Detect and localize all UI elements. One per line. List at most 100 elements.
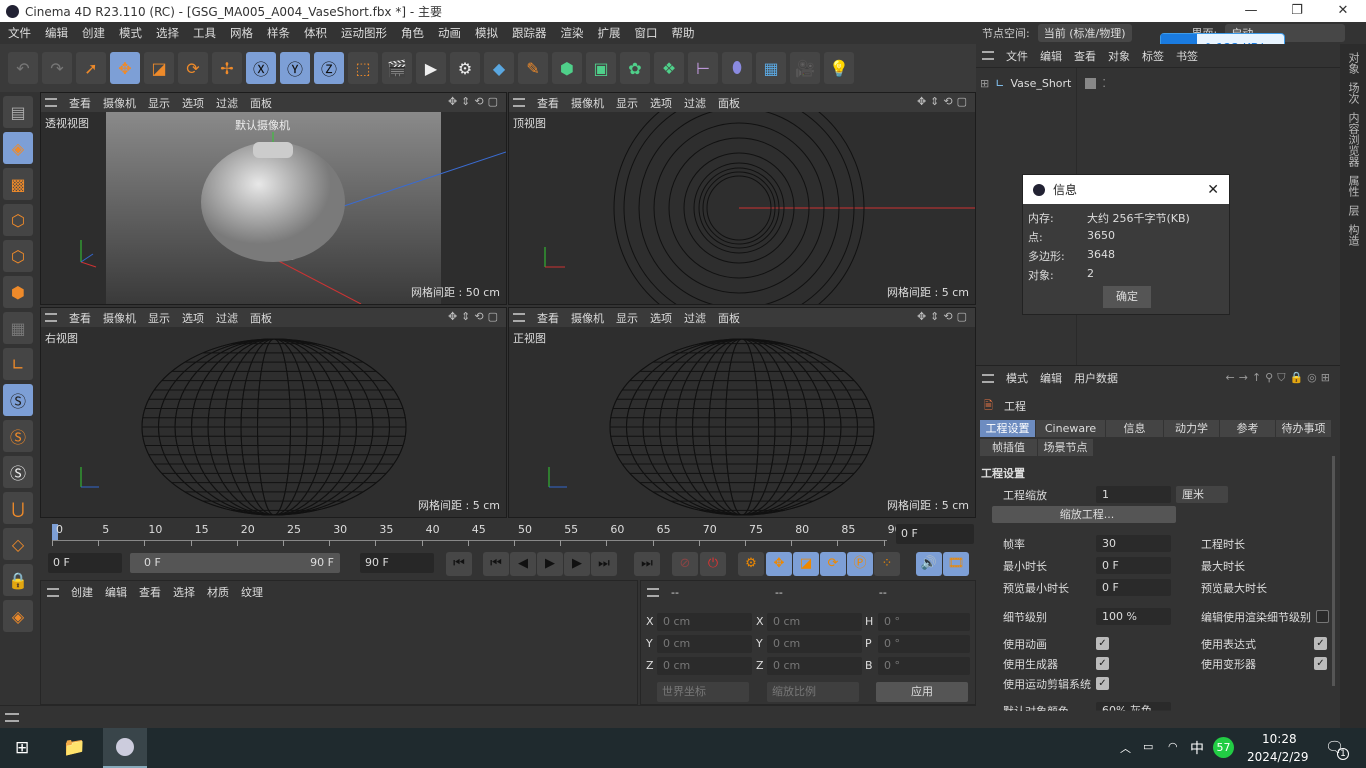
view-menu[interactable]: 查看 <box>537 310 559 326</box>
close-icon[interactable]: ✕ <box>1207 182 1219 198</box>
material-menu-item[interactable]: 创建 <box>71 584 93 600</box>
tab-4[interactable]: 参考 <box>1220 420 1276 437</box>
viewport-nav-icons[interactable]: ✥⇕⟲▢ <box>917 95 971 108</box>
scale-mode-dropdown[interactable]: 缩放比例 <box>767 682 859 702</box>
lod-field[interactable]: 100 % <box>1096 608 1171 625</box>
menu-item[interactable]: 角色 <box>401 25 424 41</box>
material-menu-item[interactable]: 编辑 <box>105 584 127 600</box>
menu-item[interactable]: 模式 <box>119 25 142 41</box>
rotation-field[interactable]: 0 ° <box>878 613 970 631</box>
key-pla-icon[interactable]: ⁘ <box>874 552 900 576</box>
checkbox[interactable]: ✓ <box>1096 637 1109 650</box>
minimize-button[interactable]: — <box>1228 0 1274 22</box>
display-menu[interactable]: 显示 <box>616 310 638 326</box>
menu-item[interactable]: 样条 <box>267 25 290 41</box>
attribute-menu-item[interactable]: 编辑 <box>1040 370 1062 386</box>
texture-mode-icon[interactable]: ▩ <box>3 168 33 200</box>
viewport-nav-icons[interactable]: ✥⇕⟲▢ <box>917 310 971 323</box>
keyframe-selection-icon[interactable]: ⚙ <box>738 552 764 576</box>
side-tab[interactable]: 对象 <box>1345 52 1361 74</box>
menu-item[interactable]: 动画 <box>438 25 461 41</box>
material-menu-item[interactable]: 材质 <box>207 584 229 600</box>
checkbox[interactable]: ✓ <box>1314 657 1327 670</box>
cloner-icon[interactable]: ✿ <box>620 52 650 84</box>
key-rotation-icon[interactable]: ⟳ <box>820 552 846 576</box>
panel-menu[interactable]: 面板 <box>718 95 740 111</box>
camera-icon[interactable]: 🎥 <box>790 52 820 84</box>
ime-indicator[interactable]: 中 <box>1190 738 1204 758</box>
render-picture-viewer-icon[interactable]: ▶ <box>416 52 446 84</box>
menu-item[interactable]: 文件 <box>8 25 31 41</box>
filter-menu[interactable]: 过滤 <box>216 95 238 111</box>
min-time-field[interactable]: 0 F <box>1096 557 1171 574</box>
cinema4d-taskbar-icon[interactable] <box>103 728 147 768</box>
clock-time[interactable]: 10:28 <box>1262 732 1297 746</box>
record-icon[interactable]: ⊘ <box>672 552 698 576</box>
timeline-ruler[interactable]: 0 5 10 15 20 25 30 35 40 45 50 55 60 65 70 75 80 85 90 0 F <box>40 518 976 548</box>
display-menu[interactable]: 显示 <box>148 95 170 111</box>
size-field[interactable]: 0 cm <box>767 613 862 631</box>
previous-key-icon[interactable]: ⏮ <box>483 552 509 576</box>
options-menu[interactable]: 选项 <box>182 95 204 111</box>
points-mode-icon[interactable]: ⬡ <box>3 204 33 236</box>
polygons-mode-icon[interactable]: ⬢ <box>3 276 33 308</box>
wifi-icon[interactable]: ◠ <box>1168 740 1178 753</box>
checkbox[interactable]: ✓ <box>1314 637 1327 650</box>
make-editable-icon[interactable]: ▤ <box>3 96 33 128</box>
rotation-field[interactable]: 0 ° <box>878 635 970 653</box>
visibility-dots-icon[interactable]: ⁚ <box>1102 77 1106 90</box>
side-tab[interactable]: 场次 <box>1345 82 1361 104</box>
model-mode-icon[interactable]: ◈ <box>3 132 33 164</box>
key-scale-icon[interactable]: ◪ <box>793 552 819 576</box>
show-hidden-icons[interactable]: ︿ <box>1120 740 1131 756</box>
unit-dropdown[interactable]: 厘米 <box>1176 486 1228 503</box>
rotate-icon[interactable]: ⟳ <box>178 52 208 84</box>
layer-icon[interactable] <box>1085 78 1097 89</box>
camera-menu[interactable]: 摄像机 <box>571 310 604 326</box>
move-icon[interactable]: ✥ <box>110 52 140 84</box>
object-menu-item[interactable]: 编辑 <box>1040 48 1062 64</box>
fps-field[interactable]: 30 <box>1096 535 1171 552</box>
menu-item[interactable]: 模拟 <box>475 25 498 41</box>
filter-menu[interactable]: 过滤 <box>684 95 706 111</box>
edges-mode-icon[interactable]: ⬡ <box>3 240 33 272</box>
position-field[interactable]: 0 cm <box>657 657 752 675</box>
y-axis-icon[interactable]: Ⓨ <box>280 52 310 84</box>
material-menu-item[interactable]: 纹理 <box>241 584 263 600</box>
z-axis-icon[interactable]: Ⓩ <box>314 52 344 84</box>
windows-start-icon[interactable]: ⊞ <box>15 738 29 758</box>
undo-icon[interactable]: ↶ <box>8 52 38 84</box>
color-dropdown[interactable]: 60% 灰色 <box>1096 702 1171 711</box>
menu-icon[interactable] <box>647 587 659 597</box>
coordinate-mode-dropdown[interactable]: 世界坐标 <box>657 682 749 702</box>
menu-item[interactable]: 运动图形 <box>341 25 387 41</box>
sound-icon[interactable]: 🔊 <box>916 552 942 576</box>
tab-1[interactable]: Cineware <box>1036 420 1106 437</box>
display-menu[interactable]: 显示 <box>616 95 638 111</box>
select-icon[interactable]: ➚ <box>76 52 106 84</box>
autokey-icon[interactable]: ⏻ <box>700 552 726 576</box>
side-tab[interactable]: 属性 <box>1345 175 1361 197</box>
tab-7[interactable]: 场景节点 <box>1038 439 1094 456</box>
size-field[interactable]: 0 cm <box>767 657 862 675</box>
menu-item[interactable]: 网格 <box>230 25 253 41</box>
display-menu[interactable]: 显示 <box>148 310 170 326</box>
solo-off-icon[interactable]: Ⓢ <box>3 456 33 488</box>
menu-item[interactable]: 选择 <box>156 25 179 41</box>
menu-item[interactable]: 工具 <box>193 25 216 41</box>
lock-workplane-icon[interactable]: 🔒 <box>3 564 33 596</box>
viewport-top[interactable]: 查看 摄像机 显示 选项 过滤 面板 ✥⇕⟲▢ 顶视图 网格间距 : 5 cm <box>508 92 976 305</box>
viewport-perspective[interactable]: 查看 摄像机 显示 选项 过滤 面板 ✥⇕⟲▢ 透视视图 默认摄像机 网格间距 : 50 … <box>40 92 507 305</box>
key-parameter-icon[interactable]: Ⓟ <box>847 552 873 576</box>
menu-icon[interactable] <box>5 713 19 722</box>
object-menu-item[interactable]: 查看 <box>1074 48 1096 64</box>
attribute-nav-icons[interactable]: ←→↑⚲⛉🔒◎⊞ <box>1226 371 1334 385</box>
object-row[interactable]: ⊞ ∟ Vase_Short ⁚ <box>980 77 1106 90</box>
pen-icon[interactable]: ✎ <box>518 52 548 84</box>
redo-icon[interactable]: ↷ <box>42 52 72 84</box>
render-view-icon[interactable]: 🎬 <box>382 52 412 84</box>
preview-min-field[interactable]: 0 F <box>1096 579 1171 596</box>
menu-icon[interactable] <box>513 98 525 107</box>
security-badge[interactable]: 57 <box>1213 737 1234 758</box>
menu-item[interactable]: 编辑 <box>45 25 68 41</box>
